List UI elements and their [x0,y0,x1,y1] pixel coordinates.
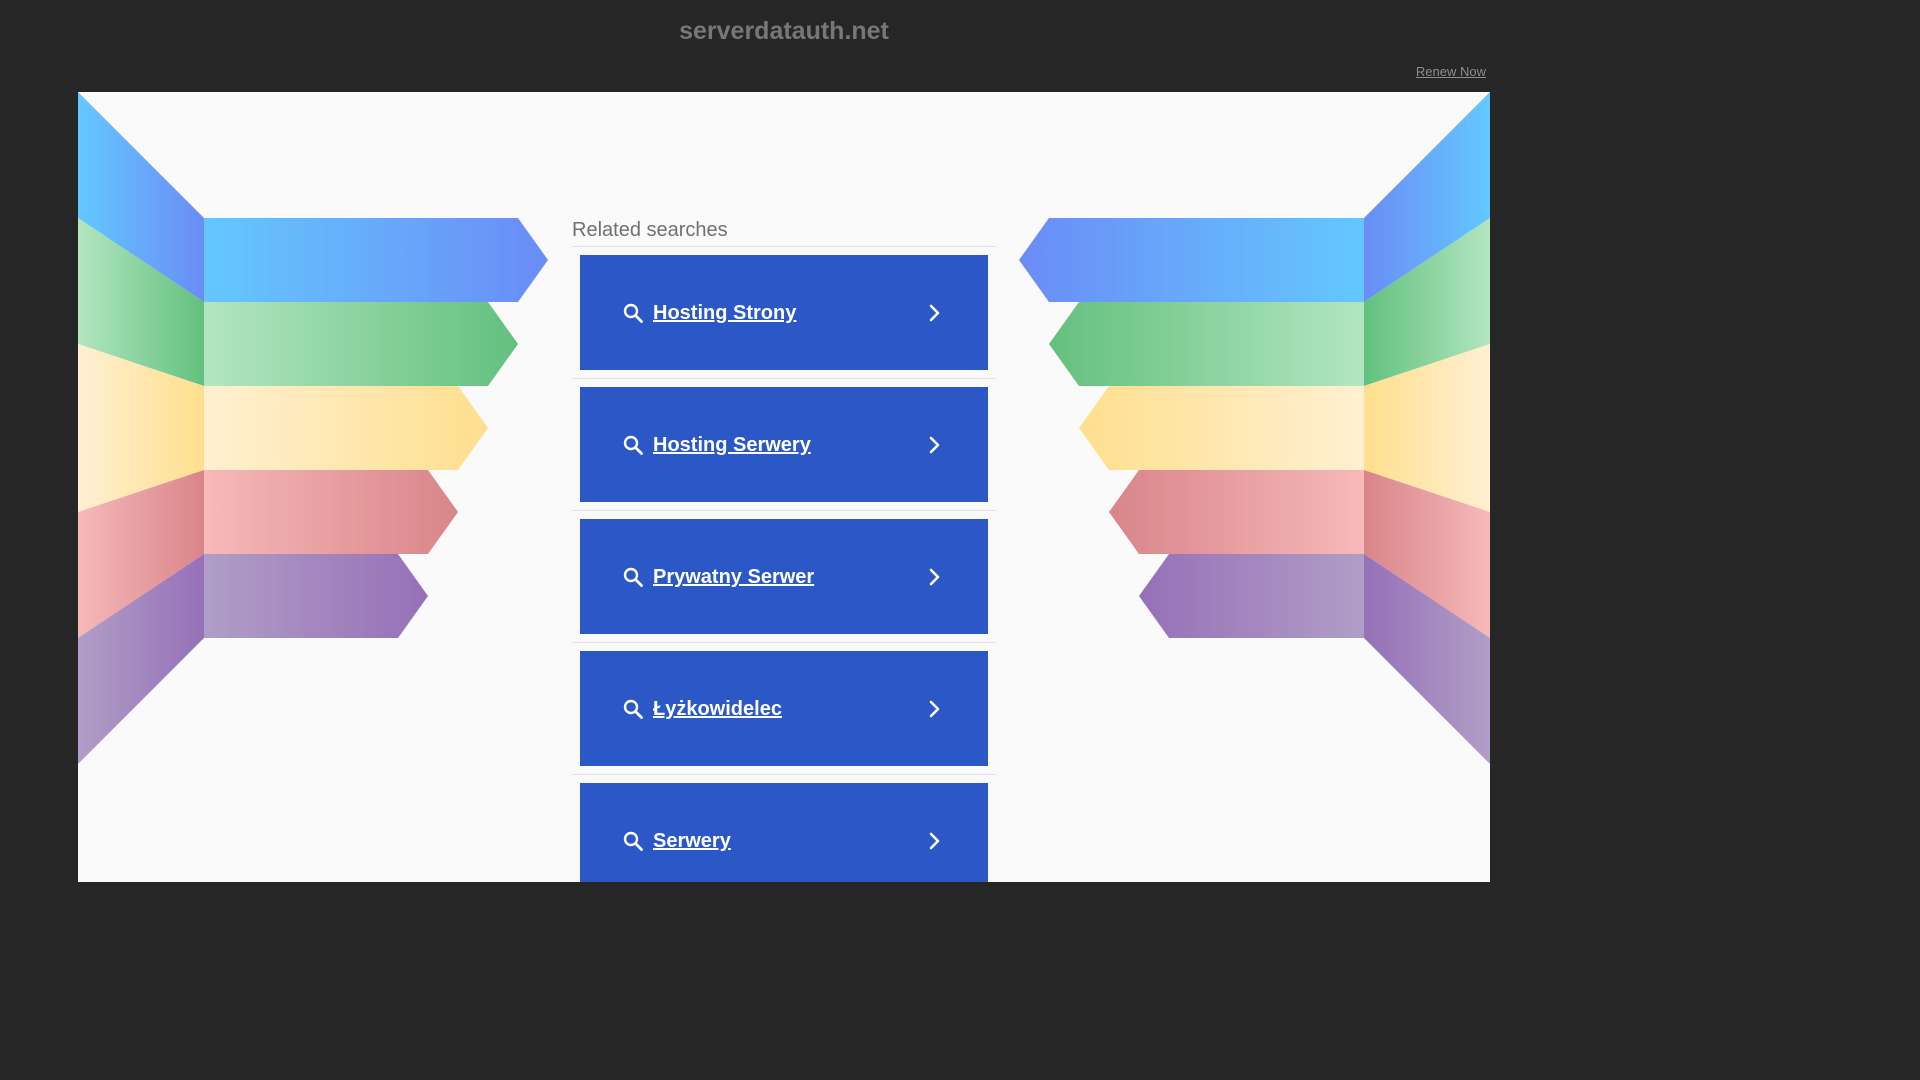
search-link-label[interactable]: Łyżkowidelec [653,697,782,721]
search-link-label[interactable]: Hosting Serwery [653,433,811,457]
ribbon-left-yellow [204,386,488,470]
search-link-button[interactable]: Łyżkowidelec [580,651,988,766]
ribbon-right-green [1049,302,1364,386]
ribbon-right-blue [1019,218,1364,302]
ribbon-left-blue [204,218,548,302]
list-item: Hosting Serwery [572,379,996,511]
chevron-right-icon [929,700,940,718]
main-panel: Related searches Hosting Strony Hosting … [78,92,1490,882]
search-icon [623,435,643,455]
search-link-button[interactable]: Serwery [580,783,988,882]
chevron-right-icon [929,832,940,850]
ribbon-left-purple [204,554,428,638]
search-icon [623,831,643,851]
search-icon [623,303,643,323]
search-icon [623,567,643,587]
search-link-label[interactable]: Serwery [653,829,731,853]
search-link-button[interactable]: Hosting Serwery [580,387,988,502]
chevron-right-icon [929,436,940,454]
chevron-right-icon [929,568,940,586]
ribbon-left-green [204,302,518,386]
list-item: Prywatny Serwer [572,511,996,643]
list-item: Hosting Strony [572,247,996,379]
chevron-right-icon [929,304,940,322]
search-link-label[interactable]: Hosting Strony [653,301,796,325]
related-searches: Related searches Hosting Strony Hosting … [572,218,996,882]
ribbon-right-red [1109,470,1364,554]
search-link-button[interactable]: Hosting Strony [580,255,988,370]
ribbon-right-purple [1139,554,1364,638]
renew-now-link[interactable]: Renew Now [1416,64,1486,79]
ribbon-left-red [204,470,458,554]
search-link-button[interactable]: Prywatny Serwer [580,519,988,634]
related-searches-title: Related searches [572,219,728,241]
list-item: Serwery [572,775,996,882]
domain-title: serverdatauth.net [679,17,889,45]
ribbon-right-yellow [1079,386,1364,470]
search-icon [623,699,643,719]
list-item: Łyżkowidelec [572,643,996,775]
search-link-label[interactable]: Prywatny Serwer [653,565,814,589]
